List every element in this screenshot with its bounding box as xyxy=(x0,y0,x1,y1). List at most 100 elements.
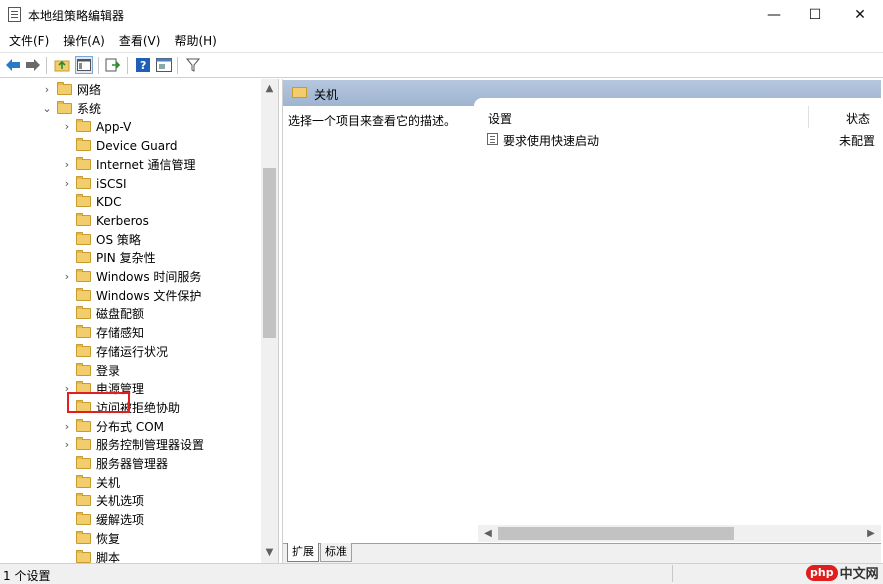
tree-item[interactable]: › Windows 时间服务 xyxy=(0,268,260,286)
tree-item[interactable]: › 分布式 COM xyxy=(0,418,260,436)
tree-item[interactable]: ⌄ 系统 xyxy=(0,100,260,118)
show-hide-tree-icon[interactable] xyxy=(75,56,93,74)
tree-item-label: App-V xyxy=(96,120,132,135)
tree-item[interactable]: › iSCSI xyxy=(0,175,260,193)
folder-icon xyxy=(76,175,91,189)
folder-icon xyxy=(76,493,91,507)
setting-row-state[interactable]: 未配置 xyxy=(839,132,875,149)
export-list-icon[interactable] xyxy=(104,56,122,74)
tree-item-label: iSCSI xyxy=(96,176,127,191)
folder-icon xyxy=(76,418,91,432)
tree-item[interactable]: › 电源管理 xyxy=(0,380,260,398)
settings-list xyxy=(474,98,881,128)
forward-arrow-icon[interactable] xyxy=(24,56,42,74)
horizontal-scroll-thumb[interactable] xyxy=(498,527,734,540)
expand-chevron-icon[interactable]: › xyxy=(62,157,72,173)
close-button[interactable]: ✕ xyxy=(837,0,883,30)
tree-item[interactable]: 存储感知 xyxy=(0,324,260,342)
app-icon xyxy=(8,7,21,22)
maximize-button[interactable]: ☐ xyxy=(792,0,838,30)
folder-icon xyxy=(76,156,91,170)
collapse-chevron-icon[interactable]: ⌄ xyxy=(42,101,52,117)
tree-item[interactable]: 访问被拒绝协助 xyxy=(0,399,260,417)
tree-item[interactable]: 登录 xyxy=(0,362,260,380)
tree-item[interactable]: 磁盘配额 xyxy=(0,305,260,323)
help-icon[interactable]: ? xyxy=(134,56,152,74)
description-panel xyxy=(283,106,473,526)
folder-icon xyxy=(76,437,91,451)
tree-item[interactable]: OS 策略 xyxy=(0,231,260,249)
tree-item-label: OS 策略 xyxy=(96,232,141,247)
folder-icon xyxy=(76,474,91,488)
tree-item[interactable]: › App-V xyxy=(0,118,260,136)
tree-item-label: 分布式 COM xyxy=(96,419,164,434)
menu-action[interactable]: 操作(A) xyxy=(56,30,112,52)
tree-item[interactable]: 恢复 xyxy=(0,530,260,548)
tree-item-label: 服务器管理器 xyxy=(96,457,169,471)
toolbar-separator xyxy=(177,57,178,74)
expand-chevron-icon[interactable]: › xyxy=(62,437,72,453)
tree-item[interactable]: 服务器管理器 xyxy=(0,455,260,473)
tree-item-label: Kerberos xyxy=(96,213,149,228)
tree-item[interactable]: 存储运行状况 xyxy=(0,343,260,361)
scroll-left-icon[interactable]: ◀ xyxy=(480,525,496,542)
tree-item-label: 关机 xyxy=(96,475,121,490)
folder-icon xyxy=(76,306,91,320)
menu-help[interactable]: 帮助(H) xyxy=(167,30,223,52)
menu-view[interactable]: 查看(V) xyxy=(112,30,168,52)
scroll-up-icon[interactable]: ▲ xyxy=(261,81,278,97)
status-text: 1 个设置 xyxy=(3,569,51,583)
tree-item[interactable]: › Internet 通信管理 xyxy=(0,156,260,174)
tree-item-label: 服务控制管理器设置 xyxy=(96,438,205,453)
tree-item-label: Windows 文件保护 xyxy=(96,288,202,303)
expand-chevron-icon[interactable]: › xyxy=(42,82,52,98)
expand-chevron-icon[interactable]: › xyxy=(62,119,72,135)
tree-item-label: 登录 xyxy=(96,363,121,378)
column-header-setting[interactable]: 设置 xyxy=(488,110,512,127)
tree-item[interactable]: Windows 文件保护 xyxy=(0,287,260,305)
tree-item[interactable]: Kerberos xyxy=(0,212,260,230)
tree-item[interactable]: › 服务控制管理器设置 xyxy=(0,436,260,454)
folder-icon xyxy=(76,362,91,376)
tree-item[interactable]: 关机选项 xyxy=(0,492,260,510)
tree-item[interactable]: 缓解选项 xyxy=(0,511,260,529)
tree-item[interactable]: › 网络 xyxy=(0,81,260,99)
tree-item[interactable]: PIN 复杂性 xyxy=(0,249,260,267)
back-arrow-icon[interactable] xyxy=(4,56,22,74)
up-folder-icon[interactable] xyxy=(53,56,71,74)
expand-chevron-icon[interactable]: › xyxy=(62,176,72,192)
folder-icon xyxy=(76,250,91,264)
folder-icon xyxy=(76,549,91,563)
minimize-button[interactable]: — xyxy=(751,0,797,30)
tree-item-label: 系统 xyxy=(77,101,102,116)
expand-chevron-icon[interactable]: › xyxy=(62,269,72,285)
folder-icon xyxy=(76,212,91,226)
tab-extended[interactable]: 扩展 xyxy=(287,543,319,562)
column-header-state[interactable]: 状态 xyxy=(846,110,870,127)
column-divider[interactable] xyxy=(808,106,809,128)
menu-file[interactable]: 文件(F) xyxy=(0,30,56,52)
tree-item[interactable]: Device Guard xyxy=(0,137,260,155)
tree-item-label: 恢复 xyxy=(96,531,121,546)
tree-item-label: KDC xyxy=(96,195,122,210)
expand-chevron-icon[interactable]: › xyxy=(62,419,72,435)
scroll-right-icon[interactable]: ▶ xyxy=(863,525,879,542)
filter-icon[interactable] xyxy=(184,56,202,74)
toolbar-separator xyxy=(46,57,47,74)
setting-row-name[interactable]: 要求使用快速启动 xyxy=(503,132,599,149)
watermark-text: 中文网 xyxy=(839,567,879,582)
folder-icon xyxy=(76,287,91,301)
status-divider xyxy=(672,565,673,582)
tree-item[interactable]: 关机 xyxy=(0,474,260,492)
tree-scroll-thumb[interactable] xyxy=(263,168,276,338)
tab-standard[interactable]: 标准 xyxy=(320,543,352,562)
folder-icon xyxy=(76,512,91,526)
properties-icon[interactable] xyxy=(155,56,173,74)
tree-item-label: PIN 复杂性 xyxy=(96,251,156,266)
folder-icon xyxy=(76,194,91,208)
tree-item-label: 网络 xyxy=(77,83,102,97)
tree-item-label: 缓解选项 xyxy=(96,513,145,528)
selection-highlight-box xyxy=(67,392,130,413)
scroll-down-icon[interactable]: ▼ xyxy=(261,545,278,561)
tree-item[interactable]: KDC xyxy=(0,193,260,211)
